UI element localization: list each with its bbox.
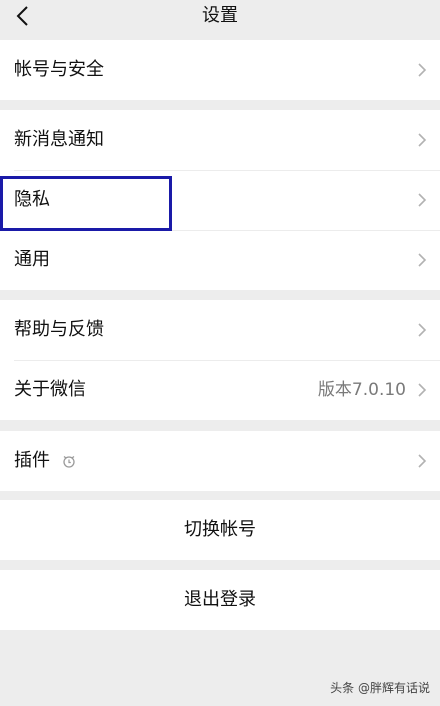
version-value: 版本7.0.10 bbox=[317, 380, 406, 400]
nav-bar: 设置 bbox=[0, 0, 440, 34]
plugin-icon bbox=[63, 455, 75, 468]
settings-item-label: 帮助与反馈 bbox=[14, 319, 104, 340]
chevron-right-icon bbox=[418, 323, 427, 337]
chevron-right-icon bbox=[418, 63, 427, 77]
chevron-right-icon bbox=[418, 454, 427, 468]
switch-account-button[interactable]: 切换帐号 bbox=[0, 500, 440, 560]
settings-item-plugins[interactable]: 插件 bbox=[0, 431, 440, 491]
chevron-right-icon bbox=[418, 383, 427, 397]
settings-group-account: 帐号与安全 bbox=[0, 40, 440, 100]
settings-item-help-feedback[interactable]: 帮助与反馈 bbox=[0, 300, 440, 360]
settings-item-privacy[interactable]: 隐私 bbox=[0, 170, 440, 230]
chevron-right-icon bbox=[418, 133, 427, 147]
logout-button[interactable]: 退出登录 bbox=[0, 570, 440, 630]
settings-item-notifications[interactable]: 新消息通知 bbox=[0, 110, 440, 170]
chevron-right-icon bbox=[418, 193, 427, 207]
settings-item-about-wechat[interactable]: 关于微信 版本7.0.10 bbox=[0, 360, 440, 420]
settings-item-general[interactable]: 通用 bbox=[0, 230, 440, 290]
page-title: 设置 bbox=[202, 5, 238, 26]
settings-group-help: 帮助与反馈 关于微信 版本7.0.10 bbox=[0, 300, 440, 420]
settings-item-label: 插件 bbox=[14, 450, 50, 471]
settings-item-label: 新消息通知 bbox=[14, 129, 104, 150]
settings-group-plugins: 插件 bbox=[0, 431, 440, 491]
settings-item-label: 关于微信 bbox=[14, 379, 86, 400]
watermark-text: 头条 @胖辉有话说 bbox=[330, 681, 430, 695]
settings-item-label: 通用 bbox=[14, 249, 50, 270]
settings-group-general: 新消息通知 隐私 通用 bbox=[0, 110, 440, 290]
chevron-right-icon bbox=[418, 253, 427, 267]
settings-item-account-security[interactable]: 帐号与安全 bbox=[0, 40, 440, 100]
settings-item-label: 隐私 bbox=[14, 189, 50, 210]
settings-item-label: 帐号与安全 bbox=[14, 59, 104, 80]
